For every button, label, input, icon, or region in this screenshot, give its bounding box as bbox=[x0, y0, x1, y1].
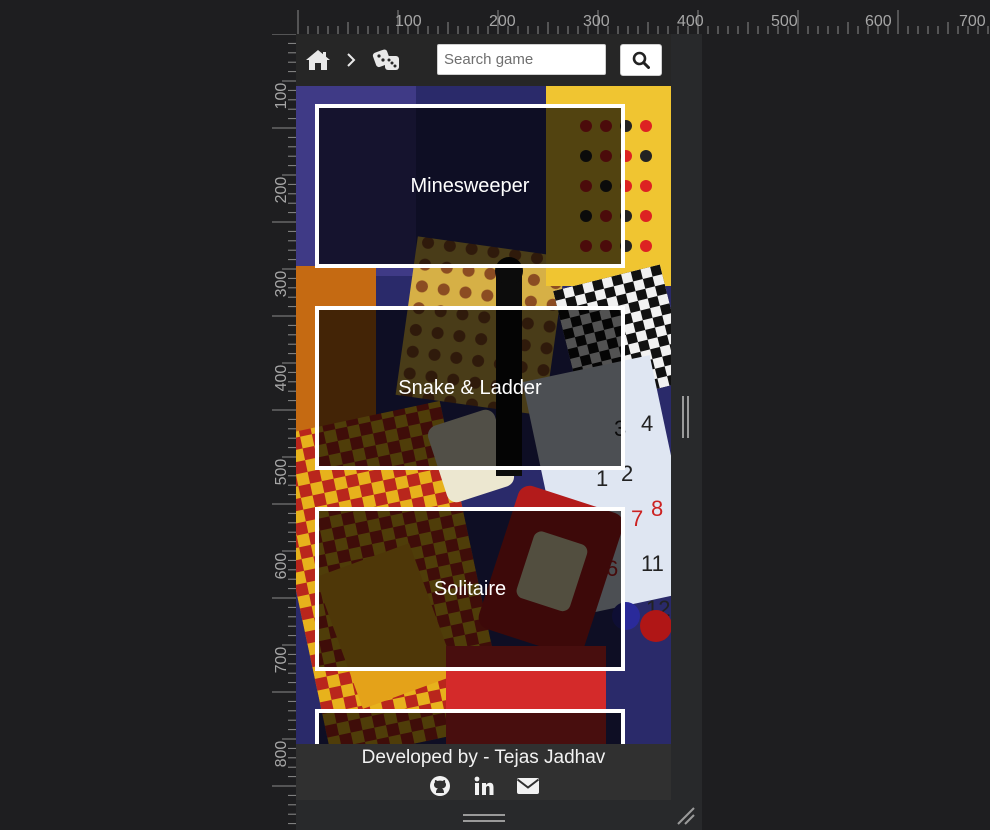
ruler-label: 100 bbox=[395, 13, 422, 30]
game-card-label: Minesweeper bbox=[410, 174, 530, 197]
ruler-left-ticks: 100 200 300 400 500 600 700 800 bbox=[272, 34, 296, 825]
developer-credit: Developed by - Tejas Jadhav bbox=[361, 747, 606, 768]
svg-text:7: 7 bbox=[631, 506, 643, 531]
ruler-label: 500 bbox=[273, 459, 290, 486]
ruler-label: 700 bbox=[273, 647, 290, 674]
svg-text:8: 8 bbox=[651, 496, 663, 521]
chevron-right-icon bbox=[345, 51, 357, 69]
linkedin-icon[interactable] bbox=[472, 775, 496, 797]
game-card-solitaire[interactable]: Solitaire bbox=[315, 507, 625, 671]
search-icon bbox=[632, 51, 650, 69]
navbar bbox=[296, 34, 671, 86]
dice-icon[interactable] bbox=[372, 48, 402, 72]
ruler-label: 200 bbox=[273, 177, 290, 204]
search-button[interactable] bbox=[620, 44, 662, 76]
ruler-label: 600 bbox=[273, 553, 290, 580]
envelope-icon[interactable] bbox=[516, 775, 540, 797]
game-card-snake-ladder[interactable]: Snake & Ladder bbox=[315, 306, 625, 470]
ruler-label: 700 bbox=[959, 13, 986, 30]
ruler-label: 400 bbox=[273, 365, 290, 392]
svg-text:11: 11 bbox=[641, 551, 664, 576]
devtools-device-emulator: 100 200 300 400 500 600 700 100 200 300 400 500 600… bbox=[0, 0, 990, 830]
ruler-label: 600 bbox=[865, 13, 892, 30]
search-input[interactable] bbox=[437, 44, 606, 75]
game-card-label: Solitaire bbox=[433, 577, 507, 600]
ruler-left: 100 200 300 400 500 600 700 800 bbox=[268, 34, 296, 830]
footer: Developed by - Tejas Jadhav bbox=[296, 744, 671, 800]
svg-text:4: 4 bbox=[641, 411, 653, 436]
github-icon[interactable] bbox=[428, 775, 452, 797]
ruler-top: 100 200 300 400 500 600 700 bbox=[296, 0, 990, 34]
device-viewport[interactable]: 34 12 78 61112 Minesweeper Snake & bbox=[296, 34, 671, 800]
game-card-label: Snake & Ladder bbox=[398, 376, 542, 399]
game-card-partial[interactable] bbox=[315, 709, 625, 749]
resize-handle-corner[interactable] bbox=[676, 806, 696, 826]
ruler-label: 800 bbox=[273, 741, 290, 768]
game-card-minesweeper[interactable]: Minesweeper bbox=[315, 104, 625, 268]
footer-social-links bbox=[296, 775, 671, 797]
ruler-label: 200 bbox=[489, 13, 516, 30]
ruler-top-ticks: 100 200 300 400 500 600 700 bbox=[297, 10, 989, 34]
ruler-label: 500 bbox=[771, 13, 798, 30]
ruler-label: 100 bbox=[273, 83, 290, 110]
resize-handle-right[interactable] bbox=[680, 396, 690, 438]
ruler-label: 300 bbox=[273, 271, 290, 298]
ruler-label: 400 bbox=[677, 13, 704, 30]
home-icon[interactable] bbox=[305, 49, 331, 71]
ruler-label: 300 bbox=[583, 13, 610, 30]
resize-handle-bottom[interactable] bbox=[463, 811, 505, 823]
